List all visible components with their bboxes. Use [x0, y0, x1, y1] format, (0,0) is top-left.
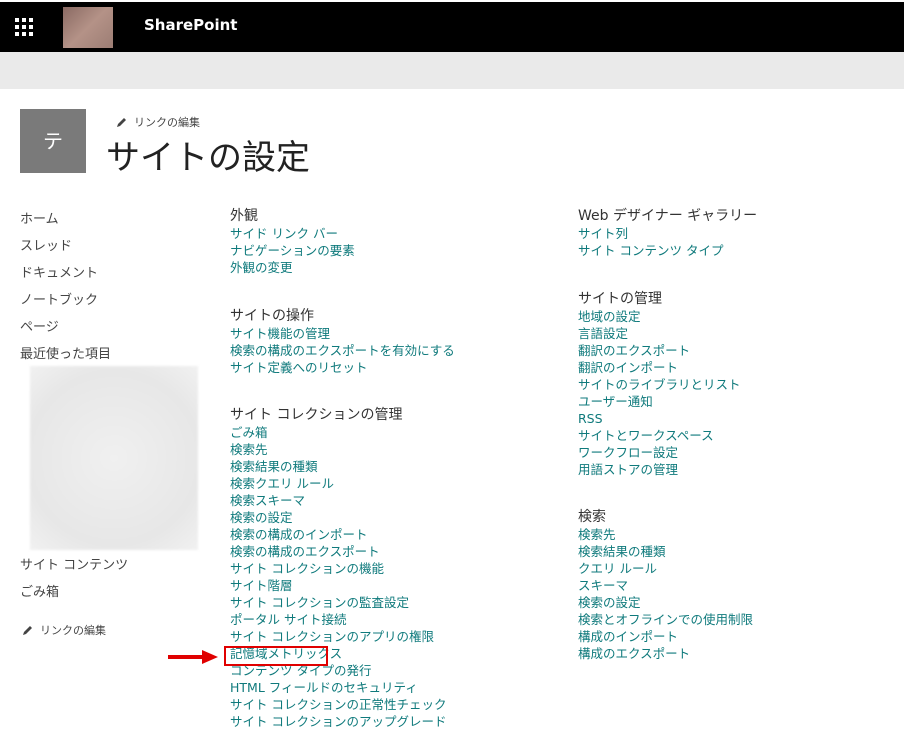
ribbon-bar — [0, 52, 904, 89]
link-reset-site-definition[interactable]: サイト定義へのリセット — [230, 359, 455, 376]
link-manage-site-features[interactable]: サイト機能の管理 — [230, 325, 455, 342]
edit-links-left[interactable]: リンクの編集 — [22, 622, 106, 638]
nav-item-notebook[interactable]: ノートブック — [20, 289, 98, 308]
link-portal-site-connection[interactable]: ポータル サイト接続 — [230, 611, 446, 628]
edit-links-label: リンクの編集 — [40, 624, 106, 637]
link-sites-and-workspaces[interactable]: サイトとワークスペース — [578, 427, 741, 444]
link-rss[interactable]: RSS — [578, 410, 741, 427]
section-title: 外観 — [230, 208, 258, 224]
link-config-import[interactable]: 構成のインポート — [578, 628, 753, 645]
link-result-types[interactable]: 検索結果の種類 — [578, 543, 753, 560]
nav-item-documents[interactable]: ドキュメント — [20, 262, 98, 281]
link-change-look[interactable]: 外観の変更 — [230, 259, 355, 276]
link-side-link-bar[interactable]: サイド リンク バー — [230, 225, 355, 242]
suite-bar: SharePoint — [0, 0, 904, 52]
nav-item-site-contents[interactable]: サイト コンテンツ — [20, 554, 128, 573]
section-title: Web デザイナー ギャラリー — [578, 208, 758, 224]
link-navigation-elements[interactable]: ナビゲーションの要素 — [230, 242, 355, 259]
app-launcher-icon[interactable] — [15, 18, 33, 36]
edit-links-top[interactable]: リンクの編集 — [116, 114, 200, 130]
site-logo[interactable]: テ — [20, 109, 86, 173]
link-upgrade[interactable]: サイト コレクションのアップグレード — [230, 713, 446, 730]
red-arrow-icon — [168, 650, 218, 664]
pencil-icon — [23, 626, 32, 635]
link-language-settings[interactable]: 言語設定 — [578, 325, 741, 342]
avatar[interactable] — [63, 7, 113, 48]
section-title: サイトの管理 — [578, 291, 662, 307]
link-result-sources[interactable]: 検索先 — [578, 526, 753, 543]
blurred-recent-items — [30, 366, 198, 550]
edit-links-label: リンクの編集 — [134, 116, 200, 129]
section-title: 検索 — [578, 509, 606, 525]
link-health-checks[interactable]: サイト コレクションの正常性チェック — [230, 696, 446, 713]
section-site-actions: サイトの操作 サイト機能の管理 検索の構成のエクスポートを有効にする サイト定義… — [230, 308, 455, 376]
link-search-config-export[interactable]: 検索の構成のエクスポート — [230, 543, 446, 560]
nav-item-threads[interactable]: スレッド — [20, 235, 72, 254]
link-import-translations[interactable]: 翻訳のインポート — [578, 359, 741, 376]
link-site-hierarchy[interactable]: サイト階層 — [230, 577, 446, 594]
link-app-permissions[interactable]: サイト コレクションのアプリの権限 — [230, 628, 446, 645]
link-site-collection-features[interactable]: サイト コレクションの機能 — [230, 560, 446, 577]
link-recycle-bin[interactable]: ごみ箱 — [230, 424, 446, 441]
section-web-designer-galleries: Web デザイナー ギャラリー サイト列 サイト コンテンツ タイプ — [578, 208, 757, 259]
link-user-alerts[interactable]: ユーザー通知 — [578, 393, 741, 410]
link-search-settings[interactable]: 検索の設定 — [230, 509, 446, 526]
link-term-store[interactable]: 用語ストアの管理 — [578, 461, 741, 478]
link-search-query-rules[interactable]: 検索クエリ ルール — [230, 475, 446, 492]
link-search-result-types[interactable]: 検索結果の種類 — [230, 458, 446, 475]
section-site-administration: サイトの管理 地域の設定 言語設定 翻訳のエクスポート 翻訳のインポート サイト… — [578, 291, 741, 478]
link-search-config-import[interactable]: 検索の構成のインポート — [230, 526, 446, 543]
link-workflow-settings[interactable]: ワークフロー設定 — [578, 444, 741, 461]
link-site-columns[interactable]: サイト列 — [578, 225, 757, 242]
link-export-translations[interactable]: 翻訳のエクスポート — [578, 342, 741, 359]
link-audit-settings[interactable]: サイト コレクションの監査設定 — [230, 594, 446, 611]
section-title: サイト コレクションの管理 — [230, 407, 403, 423]
nav-item-recycle-bin[interactable]: ごみ箱 — [20, 581, 59, 600]
section-title: サイトの操作 — [230, 308, 314, 324]
link-html-field-security[interactable]: HTML フィールドのセキュリティ — [230, 679, 446, 696]
link-search-offline-availability[interactable]: 検索とオフラインでの使用制限 — [578, 611, 753, 628]
section-appearance: 外観 サイド リンク バー ナビゲーションの要素 外観の変更 — [230, 208, 355, 276]
link-regional-settings[interactable]: 地域の設定 — [578, 308, 741, 325]
suite-bar-border — [0, 0, 904, 2]
nav-item-pages[interactable]: ページ — [20, 316, 59, 335]
suite-title[interactable]: SharePoint — [144, 16, 237, 34]
link-config-export[interactable]: 構成のエクスポート — [578, 645, 753, 662]
pencil-icon — [117, 118, 126, 127]
link-search-settings-site[interactable]: 検索の設定 — [578, 594, 753, 611]
link-query-rules[interactable]: クエリ ルール — [578, 560, 753, 577]
nav-item-recent[interactable]: 最近使った項目 — [20, 343, 111, 362]
section-site-collection-admin: サイト コレクションの管理 ごみ箱 検索先 検索結果の種類 検索クエリ ルール … — [230, 407, 446, 730]
link-enable-search-export[interactable]: 検索の構成のエクスポートを有効にする — [230, 342, 455, 359]
nav-item-home[interactable]: ホーム — [20, 208, 59, 227]
link-schema[interactable]: スキーマ — [578, 577, 753, 594]
link-search-result-sources[interactable]: 検索先 — [230, 441, 446, 458]
highlight-box — [224, 646, 328, 666]
page-title: サイトの設定 — [106, 138, 310, 178]
link-libraries-and-lists[interactable]: サイトのライブラリとリスト — [578, 376, 741, 393]
section-search: 検索 検索先 検索結果の種類 クエリ ルール スキーマ 検索の設定 検索とオフラ… — [578, 509, 753, 662]
link-site-content-types[interactable]: サイト コンテンツ タイプ — [578, 242, 757, 259]
link-search-schema[interactable]: 検索スキーマ — [230, 492, 446, 509]
